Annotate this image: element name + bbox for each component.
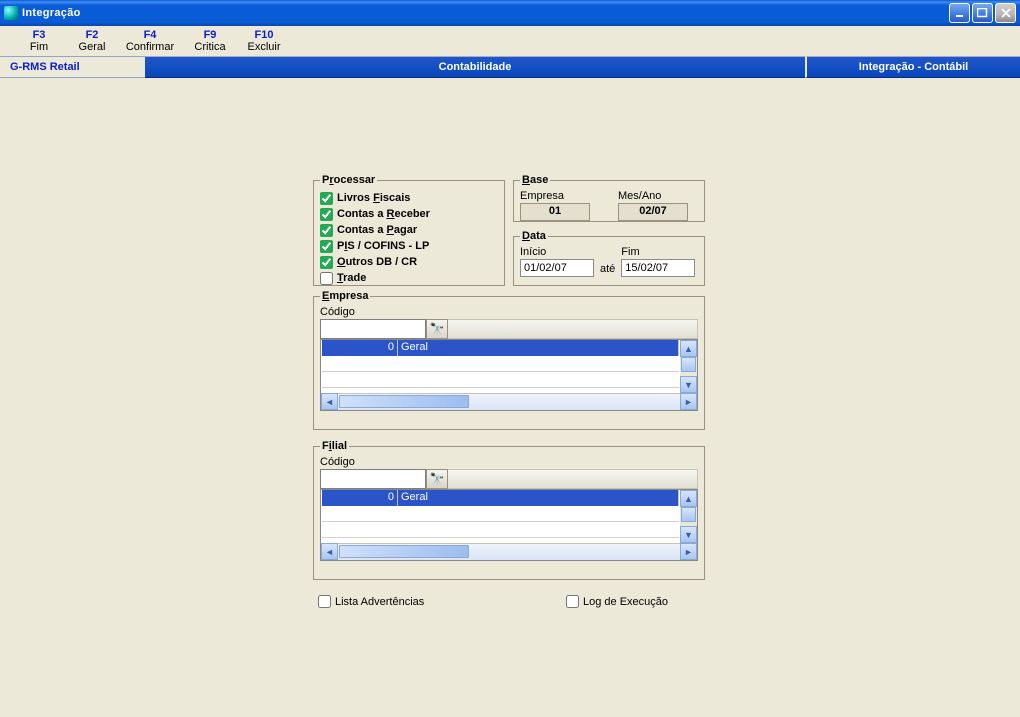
processar-legend: Processar bbox=[320, 174, 377, 186]
lista-advertencias-label: Lista Advertências bbox=[335, 596, 424, 608]
filial-row-code: 0 bbox=[322, 490, 398, 506]
scroll-thumb[interactable] bbox=[339, 395, 469, 408]
data-inicio-label: Início bbox=[520, 246, 594, 258]
checkbox[interactable] bbox=[320, 272, 333, 285]
menu-f10-label: Excluir bbox=[247, 41, 280, 53]
checkbox[interactable] bbox=[318, 595, 331, 608]
menu-f2-label: Geral bbox=[79, 41, 106, 53]
menu-f9[interactable]: F9 bbox=[184, 29, 236, 41]
checkbox[interactable] bbox=[320, 224, 333, 237]
empresa-row-desc: Geral bbox=[398, 340, 679, 356]
filial-row-selected[interactable]: 0 Geral bbox=[322, 490, 679, 506]
data-fim-input[interactable] bbox=[621, 259, 695, 277]
base-group: Base Empresa 01 Mes/Ano 02/07 bbox=[513, 174, 705, 222]
data-inicio-input[interactable] bbox=[520, 259, 594, 277]
section-bar: G-RMS Retail Contabilidade Integração - … bbox=[0, 56, 1020, 78]
maximize-button[interactable] bbox=[972, 3, 993, 23]
scroll-down-icon[interactable]: ▼ bbox=[680, 526, 697, 543]
menu-f4[interactable]: F4 bbox=[116, 29, 184, 41]
binoculars-icon: 🔭 bbox=[430, 322, 445, 336]
scroll-right-icon[interactable]: ► bbox=[680, 543, 697, 560]
empresa-vscroll[interactable]: ▲ ▼ bbox=[680, 340, 697, 393]
empresa-codigo-input[interactable] bbox=[320, 319, 426, 339]
data-group: Data Início até Fim bbox=[513, 230, 705, 286]
empresa-search-button[interactable]: 🔭 bbox=[426, 319, 448, 339]
processar-item-5[interactable]: Trade bbox=[320, 270, 498, 286]
base-empresa-label: Empresa bbox=[520, 190, 590, 202]
empresa-row-code: 0 bbox=[322, 340, 398, 356]
menu-f9-label: Critica bbox=[194, 41, 225, 53]
processar-item-2[interactable]: Contas a Pagar bbox=[320, 222, 498, 238]
base-mesano-value: 02/07 bbox=[618, 203, 688, 221]
filial-group: Filial Código 🔭 0 Geral ▲ ▼ ◄ bbox=[313, 440, 705, 580]
checkbox[interactable] bbox=[320, 240, 333, 253]
data-ate-label: até bbox=[600, 263, 615, 277]
filial-vscroll[interactable]: ▲ ▼ bbox=[680, 490, 697, 543]
scroll-right-icon[interactable]: ► bbox=[680, 393, 697, 410]
function-menu: F3 F2 F4 F9 F10 Fim Geral Confirmar Crit… bbox=[0, 26, 1020, 56]
filial-grid[interactable]: 0 Geral ▲ ▼ ◄ ► bbox=[320, 489, 698, 561]
lista-advertencias-check[interactable]: Lista Advertências bbox=[318, 595, 424, 608]
workspace: Processar Livros Fiscais Contas a Recebe… bbox=[0, 78, 1020, 693]
filial-row-desc: Geral bbox=[398, 490, 679, 506]
scroll-thumb[interactable] bbox=[681, 507, 696, 522]
processar-group: Processar Livros Fiscais Contas a Recebe… bbox=[313, 174, 505, 286]
window-title: Integração bbox=[22, 7, 81, 19]
binoculars-icon: 🔭 bbox=[430, 472, 445, 486]
menu-f4-label: Confirmar bbox=[126, 41, 174, 53]
log-execucao-check[interactable]: Log de Execução bbox=[566, 595, 668, 608]
scroll-thumb[interactable] bbox=[681, 357, 696, 372]
window-buttons bbox=[949, 3, 1020, 23]
close-button[interactable] bbox=[995, 3, 1016, 23]
empresa-group: Empresa Código 🔭 0 Geral ▲ ▼ ◄ bbox=[313, 290, 705, 430]
empresa-codigo-label: Código bbox=[320, 306, 698, 318]
processar-item-1[interactable]: Contas a Receber bbox=[320, 206, 498, 222]
menu-f3-label: Fim bbox=[30, 41, 48, 53]
processar-item-4[interactable]: Outros DB / CR bbox=[320, 254, 498, 270]
base-legend: Base bbox=[520, 174, 550, 186]
section-mid: Contabilidade bbox=[145, 56, 805, 78]
data-fim-label: Fim bbox=[621, 246, 695, 258]
section-left: G-RMS Retail bbox=[0, 56, 145, 78]
scroll-up-icon[interactable]: ▲ bbox=[680, 490, 697, 507]
menu-f3[interactable]: F3 bbox=[10, 29, 68, 41]
processar-item-0[interactable]: Livros Fiscais bbox=[320, 190, 498, 206]
app-icon bbox=[4, 6, 18, 20]
checkbox[interactable] bbox=[320, 192, 333, 205]
log-execucao-label: Log de Execução bbox=[583, 596, 668, 608]
scroll-left-icon[interactable]: ◄ bbox=[321, 393, 338, 410]
filial-search-button[interactable]: 🔭 bbox=[426, 469, 448, 489]
scroll-left-icon[interactable]: ◄ bbox=[321, 543, 338, 560]
checkbox[interactable] bbox=[320, 208, 333, 221]
base-empresa-value: 01 bbox=[520, 203, 590, 221]
filial-legend: Filial bbox=[320, 440, 349, 452]
empresa-legend: Empresa bbox=[320, 290, 370, 302]
menu-f10[interactable]: F10 bbox=[236, 29, 292, 41]
filial-hscroll[interactable]: ◄ ► bbox=[321, 543, 697, 560]
filial-codigo-input[interactable] bbox=[320, 469, 426, 489]
empresa-grid-header bbox=[448, 319, 698, 339]
scroll-thumb[interactable] bbox=[339, 545, 469, 558]
scroll-down-icon[interactable]: ▼ bbox=[680, 376, 697, 393]
data-legend: Data bbox=[520, 230, 548, 242]
titlebar: Integração bbox=[0, 0, 1020, 26]
empresa-hscroll[interactable]: ◄ ► bbox=[321, 393, 697, 410]
checkbox[interactable] bbox=[566, 595, 579, 608]
empresa-grid[interactable]: 0 Geral ▲ ▼ ◄ ► bbox=[320, 339, 698, 411]
filial-grid-header bbox=[448, 469, 698, 489]
menu-f2[interactable]: F2 bbox=[68, 29, 116, 41]
minimize-button[interactable] bbox=[949, 3, 970, 23]
processar-item-3[interactable]: PIS / COFINS - LP bbox=[320, 238, 498, 254]
scroll-up-icon[interactable]: ▲ bbox=[680, 340, 697, 357]
empresa-row-selected[interactable]: 0 Geral bbox=[322, 340, 679, 356]
filial-codigo-label: Código bbox=[320, 456, 698, 468]
checkbox[interactable] bbox=[320, 256, 333, 269]
base-mesano-label: Mes/Ano bbox=[618, 190, 688, 202]
section-right: Integração - Contábil bbox=[805, 56, 1020, 78]
